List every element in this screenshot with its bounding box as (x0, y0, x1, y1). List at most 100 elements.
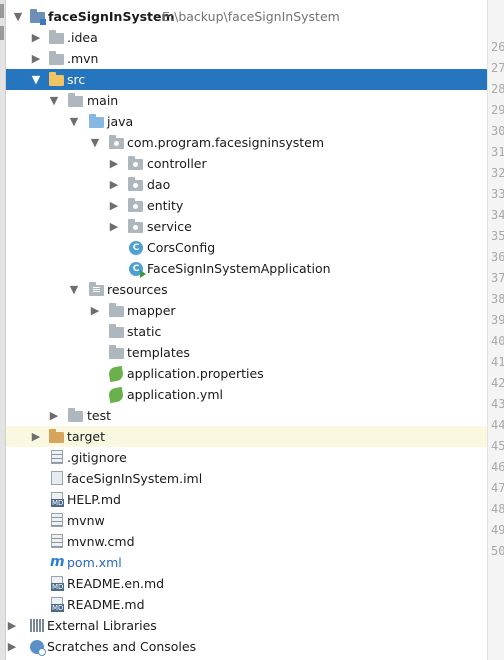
chevron-right-icon[interactable]: ▶ (108, 174, 120, 195)
editor-line-gutter: 26 27 28 29 30 31 32 33 34 35 36 37 38 3… (487, 0, 504, 660)
chevron-right-icon[interactable]: ▶ (108, 195, 120, 216)
folder-icon (68, 408, 83, 422)
resources-folder-icon (89, 282, 104, 296)
chevron-right-icon[interactable]: ▶ (30, 426, 42, 447)
folder-icon (109, 303, 124, 317)
tree-node-label: .gitignore (67, 450, 127, 465)
tree-node-label: controller (147, 156, 207, 171)
tree-node-application-yml[interactable]: application.yml (6, 384, 487, 405)
chevron-down-icon[interactable]: ▼ (68, 111, 80, 132)
text-file-icon (51, 534, 63, 548)
tree-node-mapper[interactable]: ▶ mapper (6, 300, 487, 321)
tree-node-application-properties[interactable]: application.properties (6, 363, 487, 384)
tree-node-label: mapper (127, 303, 176, 318)
project-name: faceSignInSystem (48, 9, 175, 24)
tree-node-label: README.en.md (67, 576, 165, 591)
tree-node-label: pom.xml (67, 555, 122, 570)
chevron-right-icon[interactable]: ▶ (6, 636, 18, 657)
tree-node-pom[interactable]: m pom.xml (6, 552, 487, 573)
folder-icon (68, 93, 83, 107)
markdown-file-icon (51, 576, 65, 591)
tree-node-package[interactable]: ▼ com.program.facesigninsystem (6, 132, 487, 153)
tree-node-main[interactable]: ▼ main (6, 90, 487, 111)
tree-node-label: test (87, 408, 112, 423)
tree-node-cors-config[interactable]: C CorsConfig (6, 237, 487, 258)
line-number: 26 (491, 40, 504, 54)
chevron-right-icon[interactable]: ▶ (108, 153, 120, 174)
tree-node-service[interactable]: ▶ service (6, 216, 487, 237)
tree-node-gitignore[interactable]: .gitignore (6, 447, 487, 468)
chevron-down-icon[interactable]: ▼ (89, 132, 101, 153)
chevron-right-icon[interactable]: ▶ (108, 216, 120, 237)
scratches-icon (30, 640, 46, 656)
tree-node-label: dao (147, 177, 171, 192)
line-number: 32 (491, 166, 504, 180)
runnable-class-icon: C (129, 262, 146, 278)
tree-node-label: mvnw.cmd (67, 534, 135, 549)
line-number: 48 (491, 502, 504, 516)
tree-node-scratches[interactable]: ▶ Scratches and Consoles (6, 636, 487, 657)
line-number: 50 (491, 544, 504, 558)
markdown-file-icon (51, 597, 65, 612)
tree-node-iml[interactable]: faceSignInSystem.iml (6, 468, 487, 489)
tree-node-src[interactable]: ▼ src (6, 69, 487, 90)
tree-node-label: README.md (67, 597, 145, 612)
project-tree: ▼ faceSignInSystem E:\backup\faceSignInS… (6, 6, 487, 657)
tree-node-label: Scratches and Consoles (47, 639, 197, 654)
tree-node-entity[interactable]: ▶ entity (6, 195, 487, 216)
tree-node-idea[interactable]: ▶ .idea (6, 27, 487, 48)
tree-node-java[interactable]: ▼ java (6, 111, 487, 132)
tree-node-label: main (87, 93, 119, 108)
tree-node-mvn[interactable]: ▶ .mvn (6, 48, 487, 69)
line-number: 39 (491, 313, 504, 327)
tree-node-help-md[interactable]: HELP.md (6, 489, 487, 510)
tree-node-application-class[interactable]: C FaceSignInSystemApplication (6, 258, 487, 279)
line-number: 40 (491, 334, 504, 348)
tree-node-label: faceSignInSystem.iml (67, 471, 203, 486)
chevron-down-icon[interactable]: ▼ (12, 6, 24, 27)
excluded-folder-icon (49, 429, 64, 443)
chevron-right-icon[interactable]: ▶ (48, 405, 60, 426)
tool-strip-mark (0, 4, 4, 18)
tree-node-readme[interactable]: README.md (6, 594, 487, 615)
chevron-right-icon[interactable]: ▶ (6, 615, 18, 636)
line-number: 43 (491, 397, 504, 411)
tree-node-dao[interactable]: ▶ dao (6, 174, 487, 195)
chevron-down-icon[interactable]: ▼ (48, 90, 60, 111)
tree-node-label: mvnw (67, 513, 105, 528)
line-number: 36 (491, 250, 504, 264)
tree-node-label: .idea (67, 30, 98, 45)
tree-node-label: target (67, 429, 106, 444)
line-number: 49 (491, 523, 504, 537)
tree-node-test[interactable]: ▶ test (6, 405, 487, 426)
tree-node-project-root[interactable]: ▼ faceSignInSystem E:\backup\faceSignInS… (6, 6, 487, 27)
tree-node-label: application.properties (127, 366, 264, 381)
tree-node-label: templates (127, 345, 190, 360)
tree-node-static[interactable]: static (6, 321, 487, 342)
folder-icon (109, 324, 124, 338)
module-file-icon (51, 471, 63, 485)
package-icon (128, 156, 143, 170)
tree-node-mvnw-cmd[interactable]: mvnw.cmd (6, 531, 487, 552)
tree-node-mvnw[interactable]: mvnw (6, 510, 487, 531)
tree-node-resources[interactable]: ▼ resources (6, 279, 487, 300)
chevron-down-icon[interactable]: ▼ (30, 69, 42, 90)
chevron-right-icon[interactable]: ▶ (30, 48, 42, 69)
folder-icon (49, 30, 64, 44)
tree-node-external-libraries[interactable]: ▶ External Libraries (6, 615, 487, 636)
line-number: 34 (491, 208, 504, 222)
chevron-right-icon[interactable]: ▶ (30, 27, 42, 48)
chevron-right-icon[interactable]: ▶ (89, 300, 101, 321)
tree-node-readme-en[interactable]: README.en.md (6, 573, 487, 594)
line-number: 42 (491, 376, 504, 390)
tree-node-controller[interactable]: ▶ controller (6, 153, 487, 174)
tree-node-label: com.program.facesigninsystem (127, 135, 325, 150)
line-number: 30 (491, 124, 504, 138)
tree-node-target[interactable]: ▶ target (6, 426, 487, 447)
tree-node-label: static (127, 324, 162, 339)
tree-node-templates[interactable]: templates (6, 342, 487, 363)
line-number: 44 (491, 418, 504, 432)
tree-node-label: java (107, 114, 134, 129)
folder-icon (109, 345, 124, 359)
chevron-down-icon[interactable]: ▼ (68, 279, 80, 300)
